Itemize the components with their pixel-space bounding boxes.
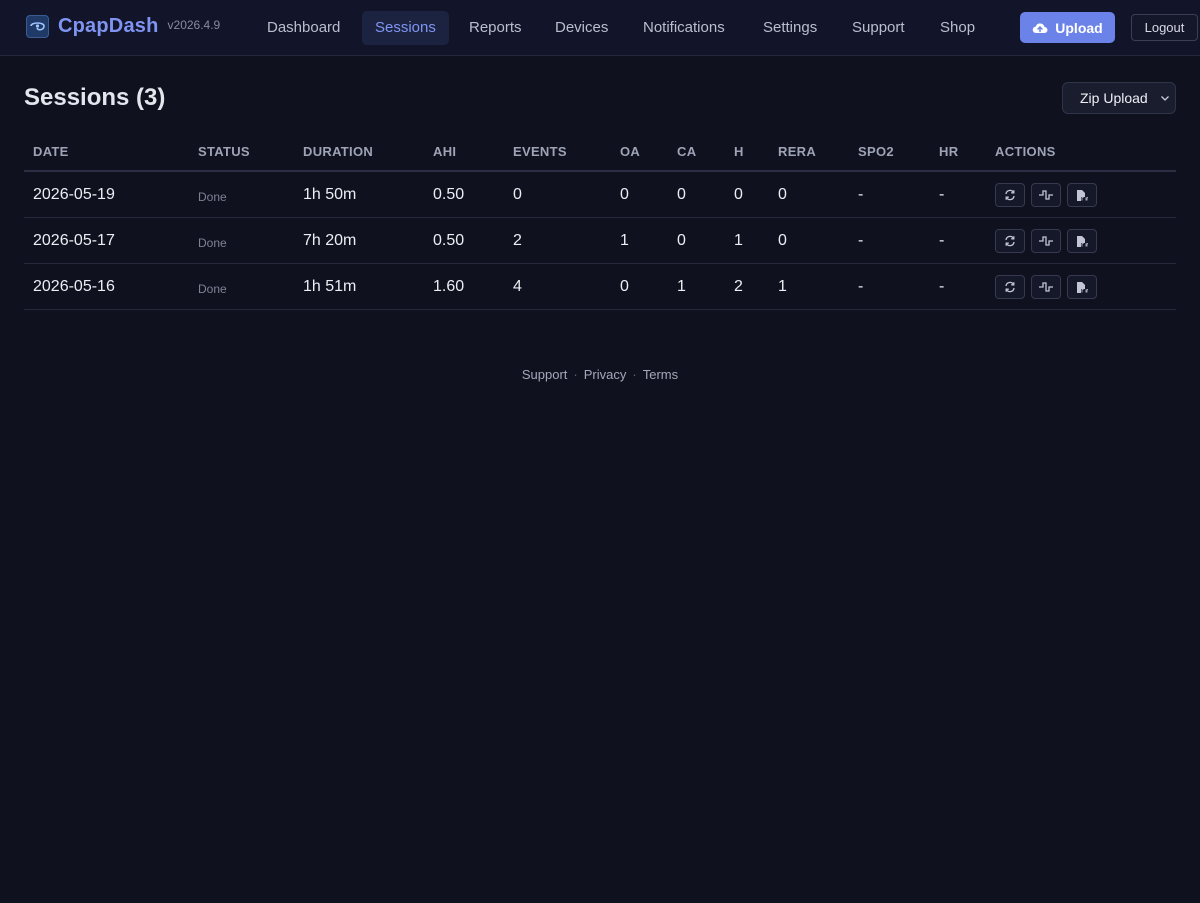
- cell-ca: 0: [677, 232, 686, 249]
- cell-oa: 1: [620, 232, 629, 249]
- cell-h: 2: [734, 278, 743, 295]
- cell-hr: -: [939, 278, 945, 295]
- col-header-actions: ACTIONS: [995, 144, 1056, 159]
- cell-status: Done: [198, 236, 227, 250]
- col-header-rera[interactable]: RERA: [778, 144, 816, 159]
- table-row[interactable]: 2026-05-19 Done 1h 50m 0.50 0 0 0 0 0 - …: [24, 172, 1176, 218]
- row-actions: [995, 229, 1103, 253]
- cell-h: 1: [734, 232, 743, 249]
- cell-oa: 0: [620, 278, 629, 295]
- col-header-oa[interactable]: OA: [620, 144, 640, 159]
- cell-date: 2026-05-17: [33, 232, 115, 249]
- cell-status: Done: [198, 190, 227, 204]
- cell-oa: 0: [620, 186, 629, 203]
- table-header-row: DATE STATUS DURATION AHI EVENTS OA CA H …: [24, 131, 1176, 172]
- footer-link-support[interactable]: Support: [522, 367, 568, 382]
- brand-name: CpapDash: [58, 15, 159, 37]
- nav-notifications[interactable]: Notifications: [630, 11, 738, 45]
- cell-duration: 1h 51m: [303, 278, 357, 295]
- waveform-button[interactable]: [1031, 275, 1061, 299]
- nav-dashboard[interactable]: Dashboard: [254, 11, 353, 45]
- cell-spo2: -: [858, 278, 864, 295]
- col-header-duration[interactable]: DURATION: [303, 144, 373, 159]
- cell-ahi: 0.50: [433, 232, 465, 249]
- col-header-hr[interactable]: HR: [939, 144, 958, 159]
- cell-hr: -: [939, 232, 945, 249]
- cell-events: 0: [513, 186, 522, 203]
- nav-settings[interactable]: Settings: [750, 11, 830, 45]
- col-header-ca[interactable]: CA: [677, 144, 696, 159]
- cell-rera: 0: [778, 186, 787, 203]
- col-header-spo2[interactable]: SPO2: [858, 144, 894, 159]
- cell-date: 2026-05-19: [33, 186, 115, 203]
- col-header-h[interactable]: H: [734, 144, 744, 159]
- waveform-icon: [1039, 282, 1053, 292]
- col-header-status[interactable]: STATUS: [198, 144, 250, 159]
- cell-ca: 0: [677, 186, 686, 203]
- cell-ahi: 0.50: [433, 186, 465, 203]
- cell-duration: 1h 50m: [303, 186, 357, 203]
- chevron-down-icon: [1161, 96, 1169, 101]
- cell-duration: 7h 20m: [303, 232, 357, 249]
- cell-h: 0: [734, 186, 743, 203]
- top-navbar: CpapDash v2026.4.9 Dashboard Sessions Re…: [0, 0, 1200, 56]
- page-title: Sessions (3): [24, 84, 166, 111]
- sessions-table: DATE STATUS DURATION AHI EVENTS OA CA H …: [24, 131, 1176, 310]
- reprocess-button[interactable]: [995, 229, 1025, 253]
- logout-button[interactable]: Logout: [1131, 14, 1198, 41]
- cell-status: Done: [198, 282, 227, 296]
- zip-upload-select-value: Zip Upload: [1080, 90, 1148, 106]
- cell-events: 2: [513, 232, 522, 249]
- nav-support[interactable]: Support: [839, 11, 918, 45]
- pdf-button[interactable]: [1067, 229, 1097, 253]
- cell-hr: -: [939, 186, 945, 203]
- cell-rera: 1: [778, 278, 787, 295]
- cell-spo2: -: [858, 232, 864, 249]
- col-header-events[interactable]: EVENTS: [513, 144, 567, 159]
- refresh-icon: [1005, 189, 1015, 201]
- footer-link-terms[interactable]: Terms: [643, 367, 678, 382]
- table-row[interactable]: 2026-05-17 Done 7h 20m 0.50 2 1 0 1 0 - …: [24, 218, 1176, 264]
- waveform-icon: [1039, 190, 1053, 200]
- cell-ahi: 1.60: [433, 278, 465, 295]
- table-row[interactable]: 2026-05-16 Done 1h 51m 1.60 4 0 1 2 1 - …: [24, 264, 1176, 310]
- row-actions: [995, 183, 1103, 207]
- nav-shop[interactable]: Shop: [927, 11, 988, 45]
- pdf-button[interactable]: [1067, 275, 1097, 299]
- nav-reports[interactable]: Reports: [456, 11, 535, 45]
- brand[interactable]: CpapDash v2026.4.9: [26, 15, 220, 38]
- cell-rera: 0: [778, 232, 787, 249]
- row-actions: [995, 275, 1103, 299]
- reprocess-button[interactable]: [995, 275, 1025, 299]
- footer-separator: ·: [632, 367, 637, 382]
- col-header-ahi[interactable]: AHI: [433, 144, 456, 159]
- nav-sessions[interactable]: Sessions: [362, 11, 449, 45]
- upload-button-label: Upload: [1055, 19, 1103, 36]
- upload-button[interactable]: Upload: [1020, 12, 1115, 43]
- pdf-icon: [1077, 281, 1089, 293]
- refresh-icon: [1005, 281, 1015, 293]
- brand-logo-icon: [26, 15, 49, 38]
- footer: Support · Privacy · Terms: [0, 367, 1200, 382]
- footer-separator: ·: [573, 367, 578, 382]
- nav-devices[interactable]: Devices: [542, 11, 621, 45]
- cell-events: 4: [513, 278, 522, 295]
- cell-date: 2026-05-16: [33, 278, 115, 295]
- reprocess-button[interactable]: [995, 183, 1025, 207]
- cloud-upload-icon: [1032, 22, 1048, 33]
- col-header-date[interactable]: DATE: [33, 144, 69, 159]
- cell-spo2: -: [858, 186, 864, 203]
- cell-ca: 1: [677, 278, 686, 295]
- waveform-button[interactable]: [1031, 183, 1061, 207]
- footer-link-privacy[interactable]: Privacy: [584, 367, 627, 382]
- app-version: v2026.4.9: [167, 17, 221, 32]
- refresh-icon: [1005, 235, 1015, 247]
- pdf-button[interactable]: [1067, 183, 1097, 207]
- pdf-icon: [1077, 189, 1089, 201]
- zip-upload-select[interactable]: Zip Upload: [1062, 82, 1176, 114]
- waveform-button[interactable]: [1031, 229, 1061, 253]
- pdf-icon: [1077, 235, 1089, 247]
- waveform-icon: [1039, 236, 1053, 246]
